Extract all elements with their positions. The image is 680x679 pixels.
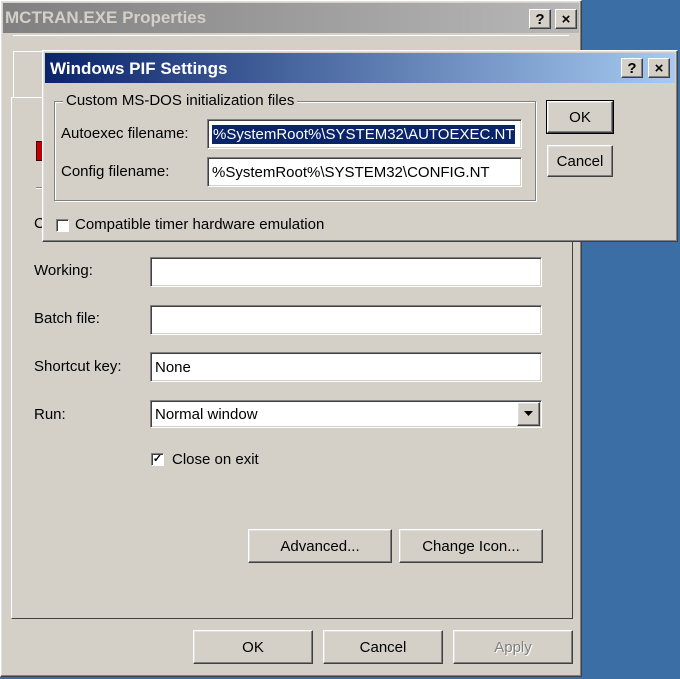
pif-settings-dialog: Windows PIF Settings ? × Custom MS-DOS i… [42, 50, 678, 242]
run-select-value: Normal window [155, 405, 258, 423]
advanced-button[interactable]: Advanced... [248, 529, 392, 563]
run-label: Run: [34, 406, 66, 423]
properties-title: MCTRAN.EXE Properties [5, 8, 207, 27]
batch-file-label: Batch file: [34, 310, 100, 327]
batch-file-input[interactable] [150, 305, 542, 335]
change-icon-button[interactable]: Change Icon... [399, 529, 543, 563]
timer-emulation-label[interactable]: Compatible timer hardware emulation [75, 216, 324, 233]
autoexec-input[interactable]: %SystemRoot%\SYSTEM32\AUTOEXEC.NT [207, 119, 522, 149]
checkmark-icon: ✓ [152, 453, 163, 465]
help-button[interactable]: ? [529, 9, 551, 29]
pif-close-button[interactable]: × [648, 58, 670, 78]
cancel-button[interactable]: Cancel [323, 630, 443, 664]
close-on-exit-label[interactable]: Close on exit [172, 451, 259, 468]
run-dropdown-button[interactable] [517, 402, 540, 426]
pif-ok-button[interactable]: OK [546, 100, 614, 134]
working-input[interactable] [150, 257, 542, 287]
run-select[interactable]: Normal window [150, 400, 542, 428]
pif-help-button[interactable]: ? [621, 58, 643, 78]
shortcut-key-label: Shortcut key: [34, 358, 122, 375]
apply-button[interactable]: Apply [453, 630, 573, 664]
group-label: Custom MS-DOS initialization files [63, 92, 298, 109]
close-on-exit-checkbox[interactable]: ✓ [151, 453, 164, 466]
autoexec-label: Autoexec filename: [61, 125, 189, 142]
timer-emulation-checkbox[interactable] [56, 219, 69, 232]
shortcut-key-input[interactable]: None [150, 352, 542, 382]
autoexec-value: %SystemRoot%\SYSTEM32\AUTOEXEC.NT [212, 124, 516, 144]
working-label: Working: [34, 262, 93, 279]
pif-dialog-title: Windows PIF Settings [50, 59, 228, 78]
ok-button[interactable]: OK [193, 630, 313, 664]
chevron-down-icon [524, 411, 533, 416]
config-input[interactable]: %SystemRoot%\SYSTEM32\CONFIG.NT [207, 157, 522, 187]
pif-cancel-button[interactable]: Cancel [547, 145, 613, 177]
close-button[interactable]: × [555, 9, 577, 29]
config-label: Config filename: [61, 163, 170, 180]
